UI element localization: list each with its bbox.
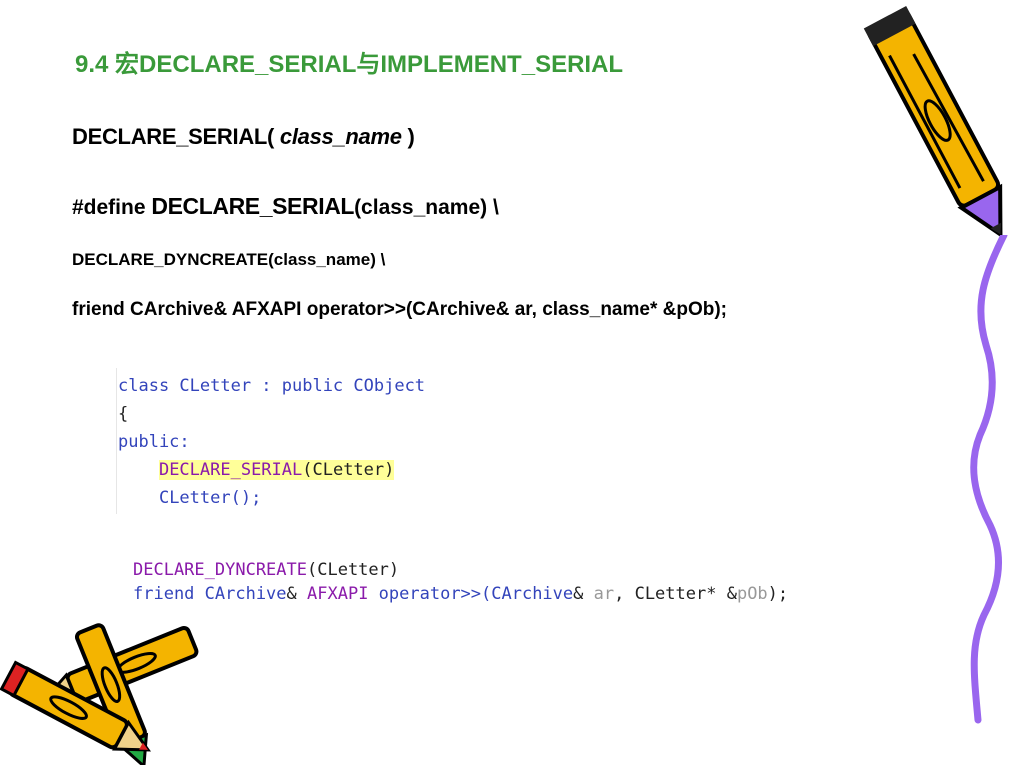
code-line: { bbox=[118, 404, 129, 424]
friend-line: friend CArchive& AFXAPI operator>>(CArch… bbox=[72, 299, 727, 320]
define-rest: (class_name) \ bbox=[354, 196, 499, 219]
dyncreate-line: DECLARE_DYNCREATE(class_name) \ bbox=[72, 250, 386, 269]
code-line-highlight: DECLARE_SERIAL(CLetter) bbox=[118, 456, 425, 484]
code-args: (CLetter) bbox=[302, 460, 395, 480]
syntax-line: DECLARE_SERIAL( class_name ) bbox=[72, 124, 415, 150]
code-line: class CLetter : public CObject bbox=[118, 376, 426, 396]
wavy-line-decoration bbox=[970, 235, 1008, 724]
crossed-pencils-icon bbox=[0, 623, 199, 765]
code-line: public: bbox=[118, 432, 190, 452]
code-line: friend CArchive& AFXAPI operator>>(CArch… bbox=[133, 584, 789, 604]
pencil-icon bbox=[863, 5, 1003, 239]
define-line: #define DECLARE_SERIAL(class_name) \ bbox=[72, 193, 499, 220]
syntax-prefix: DECLARE_SERIAL( bbox=[72, 124, 280, 149]
slide-title: 9.4 宏DECLARE_SERIAL与IMPLEMENT_SERIAL bbox=[75, 51, 624, 78]
code-args: (CLetter) bbox=[307, 560, 400, 580]
code-macro: DECLARE_SERIAL bbox=[158, 460, 303, 480]
code-macro: DECLARE_DYNCREATE bbox=[133, 560, 307, 580]
code-line: DECLARE_DYNCREATE(CLetter) bbox=[133, 558, 788, 582]
code-line: CLetter(); bbox=[158, 488, 262, 508]
define-macro: DECLARE_SERIAL bbox=[151, 193, 355, 219]
define-prefix: #define bbox=[72, 196, 152, 219]
syntax-suffix: ) bbox=[401, 124, 415, 149]
code-block-expansion: DECLARE_DYNCREATE(CLetter) friend CArchiv… bbox=[133, 558, 788, 606]
syntax-arg: class_name bbox=[279, 124, 402, 149]
code-block-class: class CLetter : public CObject { public: D… bbox=[118, 372, 425, 512]
